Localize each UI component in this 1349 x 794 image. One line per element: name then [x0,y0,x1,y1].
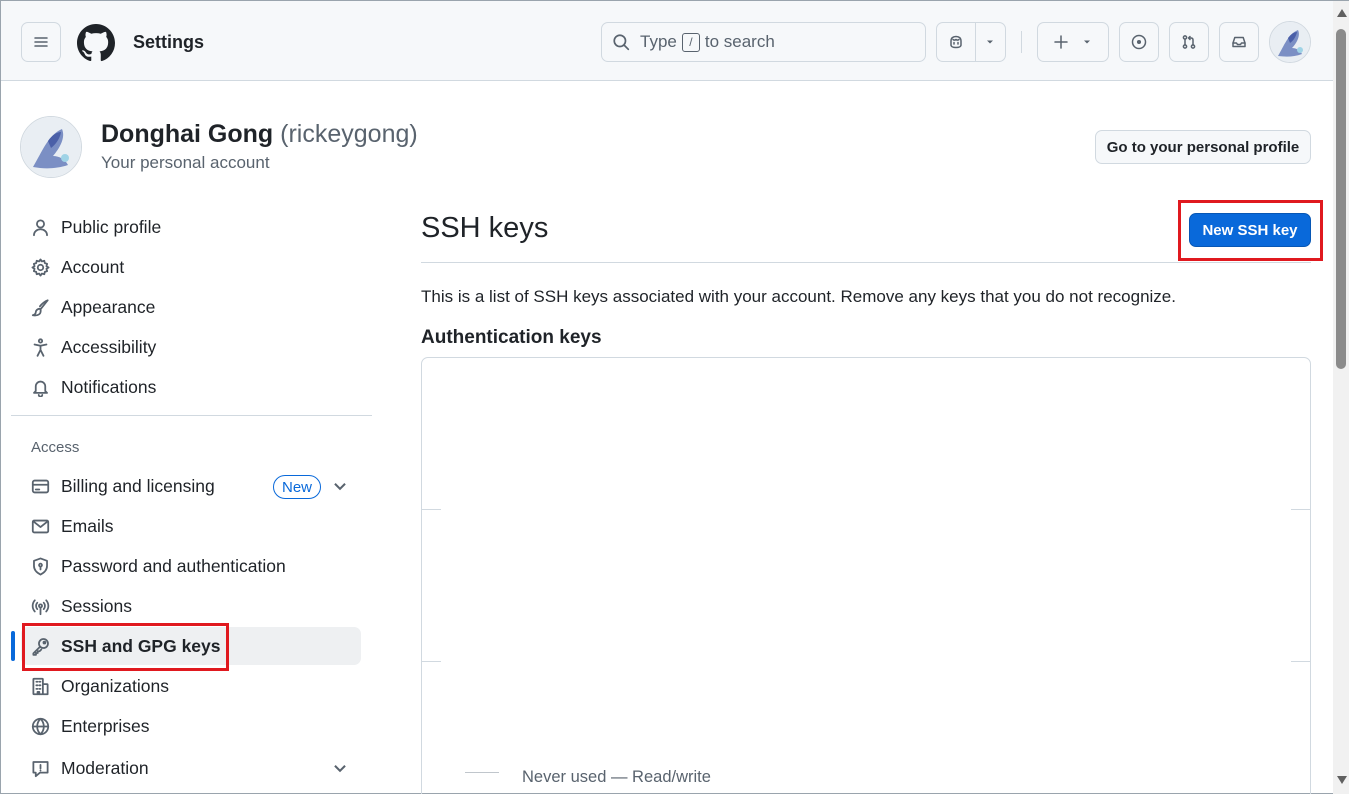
sidebar-item-label: Account [61,256,125,277]
gear-icon [31,258,51,277]
pull-requests-button[interactable] [1169,22,1209,62]
sidebar-item-label: Password and authentication [61,555,286,576]
sidebar-item-accessibility[interactable]: Accessibility [21,328,361,366]
sidebar-item-label: Organizations [61,675,169,696]
shield-lock-icon [31,557,51,576]
list-row-divider [422,509,441,510]
account-avatar [20,116,82,178]
copilot-icon [948,34,964,50]
sidebar-item-organizations[interactable]: Organizations [21,667,361,705]
go-to-profile-button[interactable]: Go to your personal profile [1095,130,1311,164]
ssh-keys-list [421,357,1311,794]
triangle-down-icon [984,36,996,48]
authentication-keys-heading: Authentication keys [421,327,602,348]
person-icon [31,218,51,237]
create-new-button[interactable] [1037,22,1109,62]
header-divider [1021,31,1022,53]
menu-button[interactable] [21,22,61,62]
hamburger-icon [33,34,49,50]
sidebar-item-label: Moderation [61,757,149,778]
key-type-badge [465,772,499,773]
scroll-down-arrow-icon[interactable] [1337,776,1347,784]
new-badge: New [273,475,321,499]
sidebar-item-appearance[interactable]: Appearance [21,288,361,326]
issue-opened-icon [1131,34,1147,50]
global-header: Settings Type / to search [1,1,1333,81]
chevron-down-icon[interactable] [331,477,351,497]
chevron-down-icon[interactable] [331,759,351,779]
report-icon [31,759,51,778]
sidebar-item-label: Accessibility [61,336,157,357]
sidebar-item-emails[interactable]: Emails [21,507,361,545]
account-login: (rickeygong) [280,120,418,148]
organization-icon [31,677,51,696]
plus-icon [1053,34,1069,50]
sidebar-item-label: Sessions [61,595,133,616]
sidebar-item-moderation[interactable]: Moderation [21,749,361,787]
sidebar-item-notifications[interactable]: Notifications [21,368,361,406]
globe-icon [31,717,51,736]
inbox-icon [1231,34,1247,50]
inbox-button[interactable] [1219,22,1259,62]
credit-card-icon [31,477,51,496]
copilot-button-group [936,22,1006,62]
search-placeholder-before: Type [640,32,677,51]
active-indicator [11,631,15,661]
triangle-down-icon [1081,36,1093,48]
account-subtitle: Your personal account [101,153,270,172]
github-logo-icon[interactable] [77,24,115,62]
sidebar-divider [11,415,372,416]
broadcast-icon [31,597,51,616]
search-input[interactable]: Type / to search [601,22,926,62]
sidebar-item-public-profile[interactable]: Public profile [21,208,361,246]
sidebar-item-label: Public profile [61,216,162,237]
issues-button[interactable] [1119,22,1159,62]
account-display-name: Donghai Gong (rickeygong) [101,120,418,149]
account-name: Donghai Gong [101,120,274,148]
copilot-dropdown-button[interactable] [976,23,1005,61]
highlight-new-ssh-key [1178,200,1323,261]
sidebar-item-account[interactable]: Account [21,248,361,286]
list-row-divider [1291,509,1310,510]
bell-icon [31,378,51,397]
sidebar-item-label: Notifications [61,376,157,397]
header-title[interactable]: Settings [133,32,204,53]
sidebar-item-sessions[interactable]: Sessions [21,587,361,625]
sidebar-item-label: Appearance [61,296,156,317]
list-row-divider [422,661,441,662]
sidebar-item-label: Emails [61,515,114,536]
search-shortcut-key: / [681,32,700,52]
scroll-up-arrow-icon[interactable] [1337,9,1347,17]
accessibility-icon [31,337,51,357]
git-pull-request-icon [1181,34,1197,50]
title-divider [421,262,1311,263]
page-title: SSH keys [421,212,549,244]
search-placeholder-after: to search [704,32,775,51]
list-row-divider [1291,661,1310,662]
key-usage-meta: Never used — Read/write [522,768,711,786]
vertical-scrollbar[interactable] [1333,1,1349,794]
paintbrush-icon [31,298,51,317]
scrollbar-thumb[interactable] [1336,29,1346,369]
search-icon [612,33,630,51]
sidebar-item-label: Enterprises [61,715,150,736]
user-avatar[interactable] [1269,21,1311,63]
sidebar-section-heading: Access [31,439,80,456]
mail-icon [31,517,51,536]
sidebar-item-password[interactable]: Password and authentication [21,547,361,585]
copilot-button[interactable] [937,23,976,61]
sidebar-item-label: Billing and licensing [61,475,215,496]
intro-text: This is a list of SSH keys associated wi… [421,287,1176,306]
highlight-ssh-gpg-keys [22,623,229,671]
sidebar-item-enterprises[interactable]: Enterprises [21,707,361,745]
